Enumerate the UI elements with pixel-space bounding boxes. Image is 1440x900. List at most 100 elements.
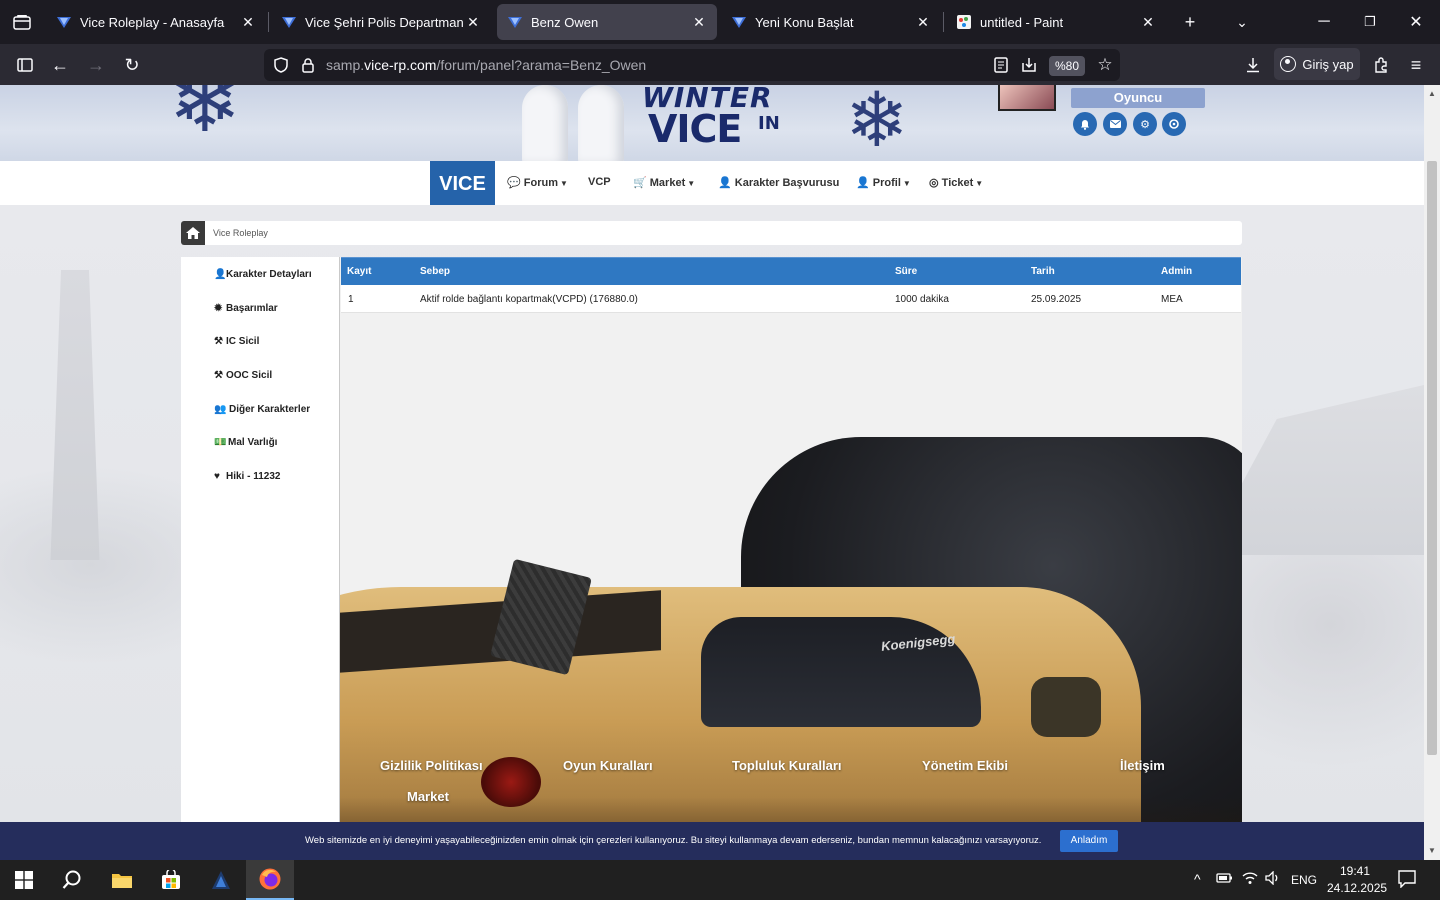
caret-down-icon: ▼ bbox=[560, 179, 568, 188]
clock-time[interactable]: 19:41 bbox=[1340, 864, 1370, 878]
tab-close-icon[interactable]: ✕ bbox=[465, 14, 481, 30]
sign-in-button[interactable]: Giriş yap bbox=[1274, 48, 1360, 80]
url-path: /forum/panel?arama=Benz_Owen bbox=[436, 57, 647, 73]
tab-police-department[interactable]: Vice Şehri Polis Departmanı ✕ bbox=[271, 4, 491, 40]
footer-link-privacy-policy[interactable]: Gizlilik Politikası bbox=[380, 758, 483, 773]
column-header-reason: Sebep bbox=[420, 266, 451, 277]
footer-link-contact[interactable]: İletişim bbox=[1120, 758, 1165, 773]
tab-close-icon[interactable]: ✕ bbox=[1140, 14, 1156, 30]
tab-close-icon[interactable]: ✕ bbox=[915, 14, 931, 30]
shield-icon[interactable] bbox=[272, 56, 290, 74]
browser-tab-bar: Vice Roleplay - Anasayfa ✕ Vice Şehri Po… bbox=[0, 0, 1440, 44]
back-arrow-icon[interactable]: ← bbox=[45, 50, 75, 80]
tab-title: Vice Şehri Polis Departmanı bbox=[305, 14, 465, 30]
tab-paint[interactable]: untitled - Paint ✕ bbox=[946, 4, 1166, 40]
zoom-level-badge[interactable]: %80 bbox=[1049, 56, 1085, 76]
user-icon: 👤 bbox=[214, 269, 227, 280]
tab-close-icon[interactable]: ✕ bbox=[240, 14, 256, 30]
column-header-date: Tarih bbox=[1031, 266, 1055, 277]
new-tab-plus-icon[interactable]: + bbox=[1176, 8, 1204, 36]
support-lifebuoy-icon: ◎ bbox=[929, 177, 939, 189]
sidebar-item-ic-record[interactable]: ⚒ IC Sicil bbox=[214, 336, 259, 347]
cookie-consent-bar: Web sitemizde en iyi deneyimi yaşayabile… bbox=[0, 822, 1424, 860]
scroll-down-arrow-icon[interactable]: ▼ bbox=[1427, 846, 1437, 856]
tab-vice-roleplay-home[interactable]: Vice Roleplay - Anasayfa ✕ bbox=[46, 4, 266, 40]
reload-icon[interactable]: ↻ bbox=[117, 50, 147, 80]
hamburger-menu-icon[interactable]: ≡ bbox=[1401, 50, 1431, 80]
sidebar-item-character-details[interactable]: 👤Karakter Detayları bbox=[214, 269, 312, 280]
logout-power-icon[interactable] bbox=[1162, 112, 1186, 136]
cell-duration: 1000 dakika bbox=[895, 294, 949, 305]
footer-link-management-team[interactable]: Yönetim Ekibi bbox=[922, 758, 1008, 773]
bookmark-star-icon[interactable]: ☆ bbox=[1096, 55, 1114, 74]
sidebar-item-label: OOC Sicil bbox=[226, 370, 273, 381]
menu-market[interactable]: 🛒 Market ▼ bbox=[633, 176, 695, 189]
sidebar-item-other-characters[interactable]: 👥 Diğer Karakterler bbox=[214, 404, 310, 415]
lock-icon[interactable] bbox=[299, 56, 317, 74]
input-language-indicator[interactable]: ENG bbox=[1291, 873, 1317, 887]
comments-icon: 💬 bbox=[507, 177, 521, 189]
clock-date[interactable]: 24.12.2025 bbox=[1327, 881, 1387, 895]
scrollbar-thumb[interactable] bbox=[1427, 161, 1437, 755]
user-avatar[interactable] bbox=[998, 85, 1056, 111]
menu-profile[interactable]: 👤 Profil ▼ bbox=[856, 176, 911, 189]
address-bar[interactable]: samp.vice-rp.com/forum/panel?arama=Benz_… bbox=[264, 49, 1120, 81]
window-close-icon[interactable]: ✕ bbox=[1400, 6, 1432, 38]
window-minimize-icon[interactable]: ─ bbox=[1308, 6, 1340, 38]
vice-brand-logo[interactable]: VICE bbox=[430, 161, 495, 205]
firefox-icon[interactable] bbox=[246, 860, 294, 900]
cell-date: 25.09.2025 bbox=[1031, 294, 1082, 305]
settings-gear-icon[interactable]: ⚙ bbox=[1133, 112, 1157, 136]
extensions-puzzle-icon[interactable] bbox=[1366, 50, 1396, 80]
tab-title: Benz Owen bbox=[531, 14, 599, 30]
save-page-icon[interactable] bbox=[1020, 56, 1038, 74]
footer-link-community-rules[interactable]: Topluluk Kuralları bbox=[732, 758, 842, 773]
sidebar-item-label: Diğer Karakterler bbox=[229, 404, 311, 415]
vice-favicon-icon bbox=[731, 14, 747, 30]
tab-new-topic[interactable]: Yeni Konu Başlat ✕ bbox=[721, 4, 941, 40]
wifi-icon[interactable] bbox=[1242, 871, 1258, 888]
forward-arrow-icon[interactable]: → bbox=[81, 50, 111, 80]
tab-list-chevron-down-icon[interactable]: ⌄ bbox=[1228, 8, 1256, 36]
file-explorer-icon[interactable] bbox=[98, 860, 146, 900]
sidebar-item-hiki[interactable]: ♥ Hiki - 11232 bbox=[214, 471, 280, 482]
game-launcher-icon[interactable] bbox=[197, 860, 245, 900]
breadcrumb-item[interactable]: Vice Roleplay bbox=[213, 228, 268, 238]
menu-character-application[interactable]: 👤 Karakter Başvurusu bbox=[718, 176, 839, 189]
cell-reason: Aktif rolde bağlantı kopartmak(VCPD) (17… bbox=[420, 294, 638, 305]
users-icon: 👥 bbox=[214, 404, 227, 415]
tray-chevron-up-icon[interactable]: ^ bbox=[1194, 871, 1201, 887]
reader-view-icon[interactable] bbox=[992, 56, 1010, 74]
cookie-accept-button[interactable]: Anladım bbox=[1060, 830, 1118, 852]
firefox-view-icon[interactable] bbox=[8, 8, 36, 36]
footer-link-market[interactable]: Market bbox=[407, 789, 449, 804]
url-text[interactable]: samp.vice-rp.com/forum/panel?arama=Benz_… bbox=[326, 57, 646, 73]
sidebar-item-ooc-record[interactable]: ⚒ OOC Sicil bbox=[214, 370, 272, 381]
notifications-bell-icon[interactable] bbox=[1073, 112, 1097, 136]
battery-icon[interactable] bbox=[1216, 871, 1234, 887]
downloads-icon[interactable] bbox=[1238, 50, 1268, 80]
messages-envelope-icon[interactable] bbox=[1103, 112, 1127, 136]
menu-ticket[interactable]: ◎ Ticket ▼ bbox=[929, 176, 983, 189]
windows-start-icon[interactable] bbox=[0, 860, 48, 900]
search-icon[interactable] bbox=[48, 860, 96, 900]
winter-vice-logo[interactable]: WINTER VICE IN bbox=[636, 85, 788, 151]
microsoft-store-icon[interactable] bbox=[147, 860, 195, 900]
volume-speaker-icon[interactable] bbox=[1265, 870, 1281, 888]
notification-center-icon[interactable] bbox=[1398, 870, 1416, 891]
page-scrollbar[interactable]: ▲ ▼ bbox=[1424, 85, 1440, 860]
tab-benz-owen[interactable]: Benz Owen ✕ bbox=[497, 4, 717, 40]
sidebar-item-assets[interactable]: 💵 Mal Varlığı bbox=[214, 437, 277, 448]
url-domain: vice-rp.com bbox=[364, 57, 437, 73]
sidebar-toggle-icon[interactable] bbox=[10, 50, 40, 80]
menu-forum[interactable]: 💬 Forum ▼ bbox=[507, 176, 568, 189]
scroll-up-arrow-icon[interactable]: ▲ bbox=[1427, 89, 1437, 99]
tab-separator bbox=[268, 12, 269, 32]
footer-link-game-rules[interactable]: Oyun Kuralları bbox=[563, 758, 653, 773]
menu-vcp[interactable]: VCP bbox=[588, 176, 611, 188]
tab-title: untitled - Paint bbox=[980, 14, 1064, 30]
sidebar-item-achievements[interactable]: ✹ Başarımlar bbox=[214, 303, 278, 314]
home-icon[interactable] bbox=[181, 221, 205, 245]
tab-close-icon[interactable]: ✕ bbox=[691, 14, 707, 30]
window-restore-icon[interactable]: ❐ bbox=[1354, 6, 1386, 38]
